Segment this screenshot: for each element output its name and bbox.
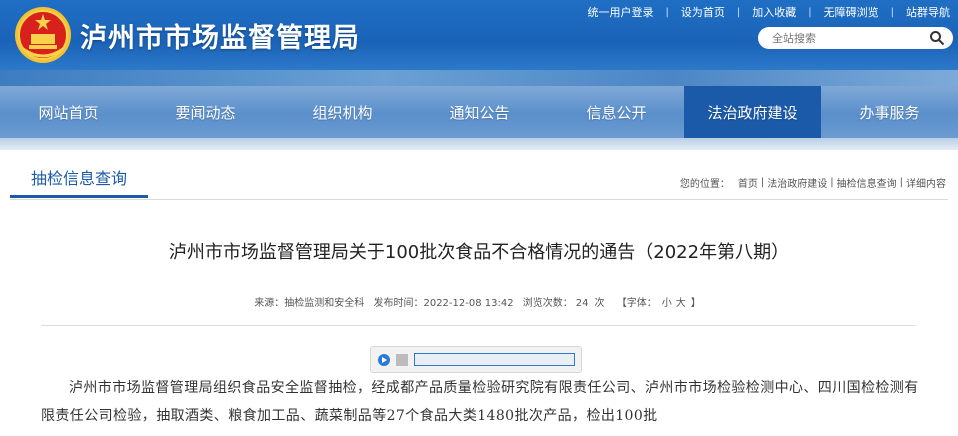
site-title: 泸州市市场监督管理局: [80, 23, 360, 54]
font-large-button[interactable]: 大: [676, 298, 686, 309]
date-label: 发布时间：: [373, 298, 424, 309]
set-homepage-link[interactable]: 设为首页: [669, 4, 737, 20]
nav-services[interactable]: 办事服务: [821, 86, 958, 138]
search-input[interactable]: [758, 31, 923, 45]
breadcrumb-rule-of-law[interactable]: 法治政府建设: [767, 175, 827, 190]
nav-notices[interactable]: 通知公告: [411, 86, 548, 138]
font-small-button[interactable]: 小: [662, 298, 672, 309]
font-size-control: 【字体： 小大】: [614, 298, 704, 309]
views-label: 浏览次数：: [522, 298, 573, 309]
banner-decoration: [0, 70, 958, 86]
site-group-nav-link[interactable]: 站群导航: [894, 4, 950, 20]
accessibility-link[interactable]: 无障碍浏览: [812, 4, 891, 20]
audio-player: [370, 346, 582, 373]
breadcrumb: 您的位置： 首页 | 法治政府建设 | 抽检信息查询 | 详细内容: [680, 175, 946, 190]
article-meta: 来源：抽检监测和安全科 发布时间：2022-12-08 13:42 浏览次数： 2…: [0, 294, 958, 309]
font-size-label: 【字体：: [616, 298, 657, 309]
date-value: 2022-12-08 13:42: [423, 298, 514, 309]
breadcrumb-separator: |: [760, 177, 765, 188]
breadcrumb-separator: |: [899, 177, 903, 188]
breadcrumb-current: 详细内容: [906, 179, 946, 190]
section-divider: [10, 199, 948, 200]
font-size-close: 】: [690, 298, 701, 309]
login-link[interactable]: 统一用户登录: [576, 4, 666, 20]
views-unit: 次: [594, 298, 605, 309]
breadcrumb-inspection[interactable]: 抽检信息查询: [837, 175, 897, 190]
article-paragraph: 泸州市市场监督管理局组织食品安全监督抽检，经成都产品质量检验研究院有限责任公司、…: [41, 380, 919, 424]
audio-progress-bar[interactable]: [414, 353, 575, 366]
play-icon[interactable]: [378, 354, 390, 366]
nav-rule-of-law[interactable]: 法治政府建设: [684, 86, 821, 138]
breadcrumb-lead: 您的位置：: [679, 179, 730, 190]
nav-shadow: [0, 138, 958, 150]
national-emblem-icon: [15, 7, 71, 63]
top-links: 统一用户登录 | 设为首页 | 加入收藏 | 无障碍浏览 | 站群导航: [576, 5, 951, 19]
source-label: 来源：: [254, 298, 285, 309]
search-box: [758, 27, 953, 49]
meta-divider: [41, 325, 915, 326]
breadcrumb-separator: |: [830, 177, 834, 188]
site-header: 泸州市市场监督管理局 统一用户登录 | 设为首页 | 加入收藏 | 无障碍浏览 …: [0, 0, 958, 70]
nav-organization[interactable]: 组织机构: [274, 86, 411, 138]
section-title: 抽检信息查询: [10, 158, 148, 198]
stop-icon[interactable]: [396, 354, 408, 366]
search-icon[interactable]: [929, 30, 945, 46]
main-nav: 网站首页 要闻动态 组织机构 通知公告 信息公开 法治政府建设 办事服务: [0, 86, 958, 138]
nav-news[interactable]: 要闻动态: [137, 86, 274, 138]
nav-info-disclosure[interactable]: 信息公开: [548, 86, 685, 138]
source-value: 抽检监测和安全科: [284, 298, 365, 309]
add-favorite-link[interactable]: 加入收藏: [740, 4, 808, 20]
breadcrumb-home[interactable]: 首页: [738, 175, 758, 190]
article-title: 泸州市市场监督管理局关于100批次食品不合格情况的通告（2022年第八期）: [168, 242, 790, 263]
nav-home[interactable]: 网站首页: [0, 86, 137, 138]
views-count: 24: [575, 298, 589, 309]
